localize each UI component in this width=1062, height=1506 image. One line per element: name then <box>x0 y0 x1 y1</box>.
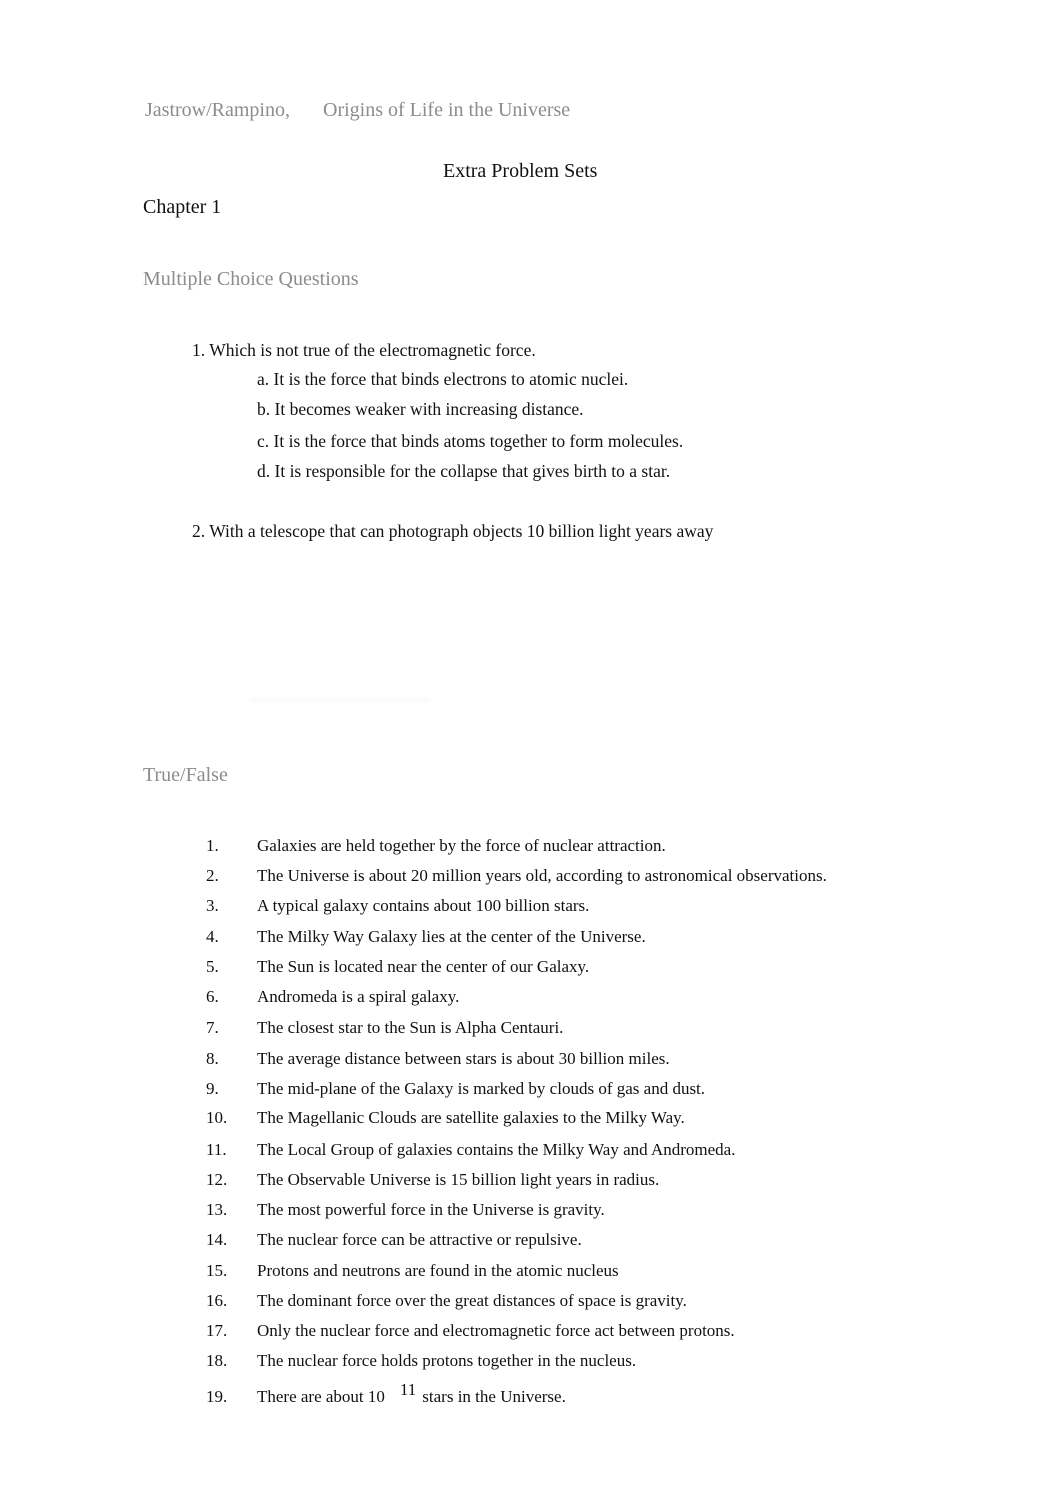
tf-item-number: 13. <box>206 1200 228 1219</box>
tf-item-number: 11. <box>206 1140 227 1159</box>
multiple-choice-heading: Multiple Choice Questions <box>143 268 359 290</box>
tf-item-text: The Milky Way Galaxy lies at the center … <box>257 927 646 946</box>
tf-item-text: There are about 10 11 stars in the Univers… <box>257 1380 566 1407</box>
document-title: Extra Problem Sets <box>443 160 598 182</box>
tf-item-number: 19. <box>206 1387 228 1406</box>
header-authors: Jastrow/Rampino, <box>145 99 290 121</box>
mc-question-text: With a telescope that can photograph obj… <box>209 521 714 541</box>
tf-item-text: Only the nuclear force and electromagnet… <box>257 1321 735 1340</box>
tf-item-text: Andromeda is a spiral galaxy. <box>257 987 460 1006</box>
tf-item-text: The nuclear force can be attractive or r… <box>257 1230 582 1249</box>
tf-item-number: 3. <box>206 896 219 915</box>
tf-item-text: The Observable Universe is 15 billion li… <box>257 1170 660 1189</box>
tf-item-text: A typical galaxy contains about 100 bill… <box>257 896 590 915</box>
tf-item-text: Galaxies are held together by the force … <box>257 836 666 855</box>
tf-item-number: 4. <box>206 927 219 946</box>
mc-option-d: d. It is responsible for the collapse th… <box>257 461 671 481</box>
tf-item-number: 9. <box>206 1079 219 1098</box>
tf-item-number: 5. <box>206 957 219 976</box>
tf-item-number: 18. <box>206 1351 228 1370</box>
tf-item-text-before: There are about 10 <box>257 1387 385 1406</box>
tf-item-text: The average distance between stars is ab… <box>257 1049 670 1068</box>
tf-item-text-after: stars in the Universe. <box>422 1387 566 1406</box>
tf-item-text: The Sun is located near the center of ou… <box>257 957 590 976</box>
tf-item-number: 10. <box>206 1108 228 1127</box>
mc-question-number: 2. <box>192 521 206 541</box>
mc-question-1: 1. Which is not true of the electromagne… <box>192 340 536 361</box>
tf-item-number: 7. <box>206 1018 219 1037</box>
tf-item-text: The most powerful force in the Universe … <box>257 1200 605 1219</box>
tf-item-number: 12. <box>206 1170 228 1189</box>
mc-question-text: Which is not true of the electromagnetic… <box>209 340 536 360</box>
tf-item-number: 15. <box>206 1261 228 1280</box>
tf-item-text: The mid-plane of the Galaxy is marked by… <box>257 1079 706 1098</box>
mc-question-2: 2. With a telescope that can photograph … <box>192 521 713 542</box>
tf-item-text: The dominant force over the great distan… <box>257 1291 687 1310</box>
mc-option-a: a. It is the force that binds electrons … <box>257 369 629 389</box>
tf-item-number: 2. <box>206 866 219 885</box>
mc-option-c: c. It is the force that binds atoms toge… <box>257 431 684 451</box>
mc-question-number: 1. <box>192 340 206 360</box>
tf-item-text: The nuclear force holds protons together… <box>257 1351 637 1370</box>
tf-item-text: The Magellanic Clouds are satellite gala… <box>257 1108 685 1127</box>
tf-item-text: Protons and neutrons are found in the at… <box>257 1261 619 1280</box>
mc-option-b: b. It becomes weaker with increasing dis… <box>257 399 584 419</box>
tf-item-number: 16. <box>206 1291 228 1310</box>
tf-item-number: 8. <box>206 1049 219 1068</box>
tf-item-number: 17. <box>206 1321 228 1340</box>
true-false-heading: True/False <box>143 764 228 786</box>
tf-item-number: 14. <box>206 1230 228 1249</box>
chapter-heading: Chapter 1 <box>143 196 222 218</box>
running-header: Jastrow/Rampino, Origins of Life in the U… <box>145 99 570 122</box>
tf-item-text: The closest star to the Sun is Alpha Cen… <box>257 1018 564 1037</box>
header-book-title: Origins of Life in the Universe <box>323 99 571 121</box>
tf-item-text: The Local Group of galaxies contains the… <box>257 1140 736 1159</box>
obscured-content-shadow <box>250 697 430 703</box>
tf-item-text: The Universe is about 20 million years o… <box>257 866 827 885</box>
tf-item-number: 6. <box>206 987 219 1006</box>
exponent-superscript: 11 <box>399 1380 417 1399</box>
tf-item-number: 1. <box>206 836 219 855</box>
document-page: Jastrow/Rampino, Origins of Life in the U… <box>0 0 1062 1506</box>
